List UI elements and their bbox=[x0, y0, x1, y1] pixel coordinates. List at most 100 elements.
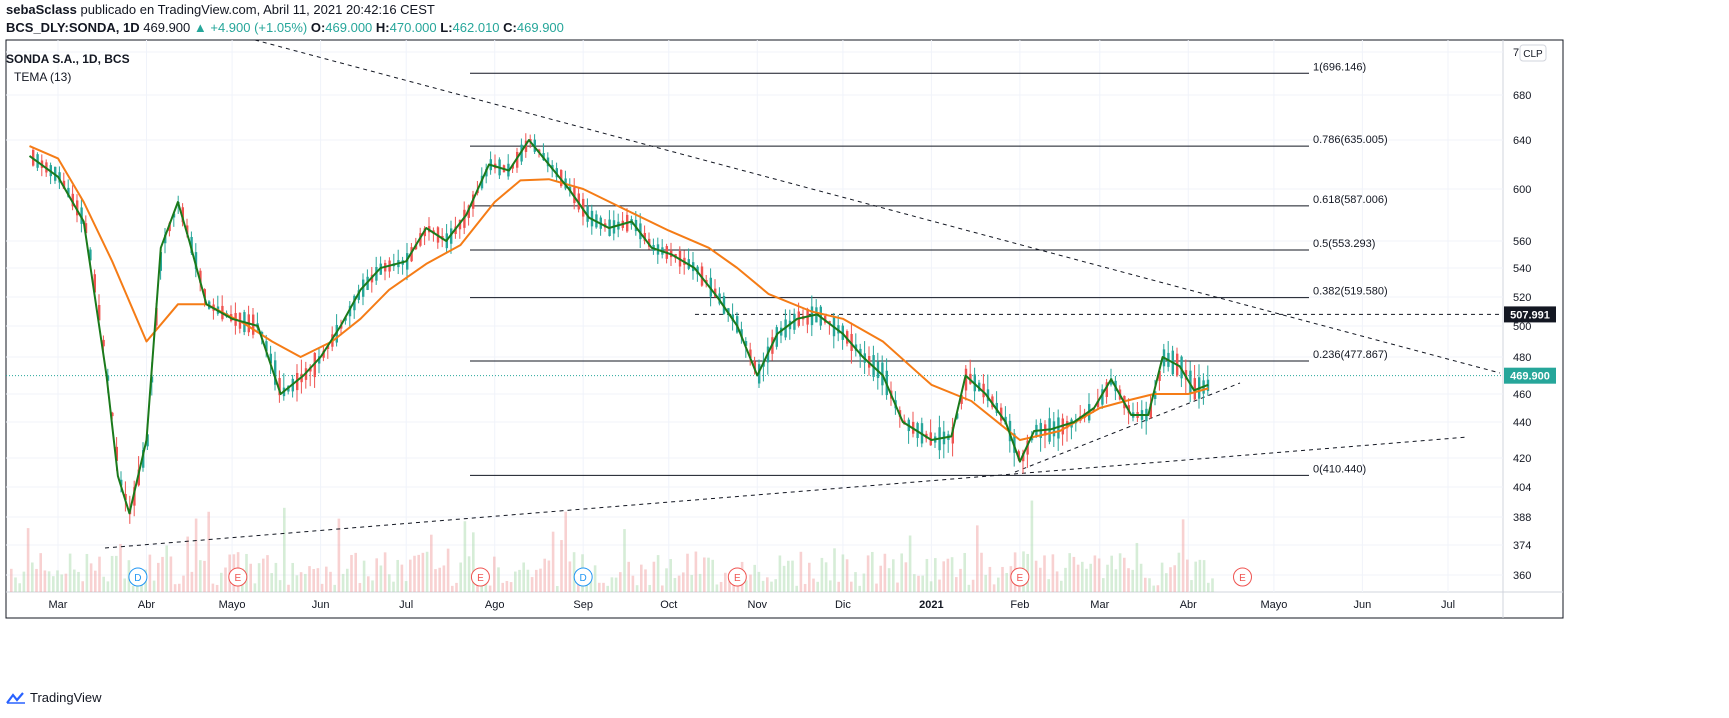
fib-level-label: 1(696.146) bbox=[1313, 61, 1366, 73]
volume-bar bbox=[459, 562, 462, 592]
y-tick-label: 460 bbox=[1513, 389, 1531, 401]
volume-bar bbox=[446, 548, 450, 592]
event-marker-letter: E bbox=[734, 573, 741, 584]
y-tick-label: 360 bbox=[1513, 570, 1531, 582]
volume-bar bbox=[606, 585, 609, 592]
indicator-label[interactable]: TEMA (13) bbox=[14, 70, 71, 84]
volume-bar bbox=[753, 564, 756, 592]
volume-bar bbox=[854, 572, 857, 592]
volume-bar bbox=[635, 585, 639, 592]
volume-bar bbox=[614, 577, 618, 592]
volume-bar bbox=[509, 582, 513, 592]
volume-bar bbox=[308, 566, 311, 592]
volume-bar bbox=[1139, 563, 1143, 592]
volume-bar bbox=[568, 561, 572, 592]
fib-level-label: 0.5(553.293) bbox=[1313, 238, 1375, 250]
volume-bar bbox=[224, 567, 227, 592]
volume-bar bbox=[253, 583, 257, 592]
volume-bar bbox=[774, 579, 777, 592]
trendline bbox=[254, 39, 1501, 374]
volume-bar bbox=[921, 575, 924, 592]
volume-bar bbox=[165, 545, 168, 592]
volume-bar bbox=[766, 577, 769, 592]
volume-bar bbox=[686, 553, 689, 592]
volume-bar bbox=[539, 568, 542, 592]
volume-bar bbox=[1085, 568, 1088, 592]
volume-bar bbox=[31, 562, 34, 592]
fib-level-label: 0.236(477.867) bbox=[1313, 349, 1388, 361]
volume-bar bbox=[211, 583, 215, 592]
volume-bar bbox=[1047, 579, 1050, 592]
volume-bar bbox=[997, 577, 1000, 592]
volume-bar bbox=[778, 555, 782, 592]
close-label: C: bbox=[503, 20, 517, 35]
volume-bar bbox=[1081, 561, 1084, 592]
price-chart[interactable]: 1(696.146) 0.786(635.005) 0.618(587.006) 0.… bbox=[0, 0, 1729, 718]
volume-bar bbox=[194, 518, 198, 592]
volume-bar bbox=[1093, 555, 1097, 592]
fib-level-label: 0.618(587.006) bbox=[1313, 194, 1388, 206]
volume-bar bbox=[266, 555, 269, 592]
volume-bar bbox=[656, 555, 660, 592]
volume-bar bbox=[535, 569, 538, 592]
event-marker-letter: E bbox=[477, 573, 484, 584]
volume-bar bbox=[866, 555, 870, 592]
brand-label: TradingView bbox=[30, 690, 102, 705]
volume-bar bbox=[169, 556, 173, 592]
volume-bar bbox=[619, 572, 622, 592]
volume-bar bbox=[925, 558, 929, 592]
last-price-label: 469.900 bbox=[1510, 371, 1550, 383]
volume-bar bbox=[341, 573, 345, 592]
x-tick-label: Jul bbox=[399, 599, 413, 611]
event-marker-earnings[interactable]: E bbox=[1232, 567, 1252, 587]
volume-bar bbox=[715, 584, 719, 592]
close-value: 469.900 bbox=[516, 20, 564, 35]
event-marker-earnings[interactable]: E bbox=[727, 567, 747, 587]
volume-bar bbox=[451, 585, 454, 592]
volume-bar bbox=[123, 578, 126, 592]
volume-bar bbox=[841, 554, 845, 592]
volume-bar bbox=[333, 584, 336, 592]
volume-bar bbox=[946, 558, 950, 592]
volume-bar bbox=[157, 562, 160, 592]
volume-bar bbox=[413, 555, 416, 592]
volume-bar bbox=[409, 559, 412, 592]
volume-bar bbox=[291, 562, 294, 592]
event-marker-earnings[interactable]: E bbox=[1010, 567, 1030, 587]
volume-bar bbox=[1173, 565, 1176, 592]
x-tick-label: Abr bbox=[138, 599, 155, 611]
volume-bar bbox=[757, 571, 761, 592]
volume-bar bbox=[1160, 562, 1164, 592]
volume-bar bbox=[1127, 568, 1130, 592]
y-tick-label: 480 bbox=[1513, 352, 1531, 364]
event-marker-dividend[interactable]: D bbox=[128, 567, 148, 587]
volume-bar bbox=[530, 577, 534, 592]
ma-line bbox=[29, 145, 1209, 441]
volume-bar bbox=[1068, 553, 1071, 592]
event-marker-earnings[interactable]: E bbox=[228, 567, 248, 587]
volume-bar bbox=[161, 556, 164, 592]
volume-bar bbox=[115, 555, 118, 592]
volume-bar bbox=[207, 511, 210, 592]
trendline bbox=[104, 436, 1469, 549]
volume-bar bbox=[1030, 500, 1034, 592]
volume-bar bbox=[1144, 577, 1147, 592]
volume-bar bbox=[665, 568, 668, 592]
volume-bar bbox=[270, 573, 273, 592]
volume-bar bbox=[505, 580, 509, 592]
volume-bar bbox=[959, 568, 962, 592]
volume-bar bbox=[1181, 519, 1185, 592]
volume-bar bbox=[358, 582, 362, 592]
volume-bar bbox=[682, 572, 685, 592]
event-marker-earnings[interactable]: E bbox=[470, 567, 490, 587]
volume-bar bbox=[749, 574, 752, 592]
volume-bar bbox=[1001, 566, 1004, 592]
volume-bar bbox=[1034, 560, 1038, 592]
volume-bar bbox=[875, 583, 878, 592]
footer-brand[interactable]: TradingView bbox=[6, 690, 102, 705]
volume-bar bbox=[249, 563, 252, 592]
event-marker-letter: E bbox=[1017, 573, 1024, 584]
event-marker-dividend[interactable]: D bbox=[573, 567, 593, 587]
volume-bar bbox=[1131, 569, 1134, 592]
x-tick-label: Sep bbox=[573, 599, 593, 611]
